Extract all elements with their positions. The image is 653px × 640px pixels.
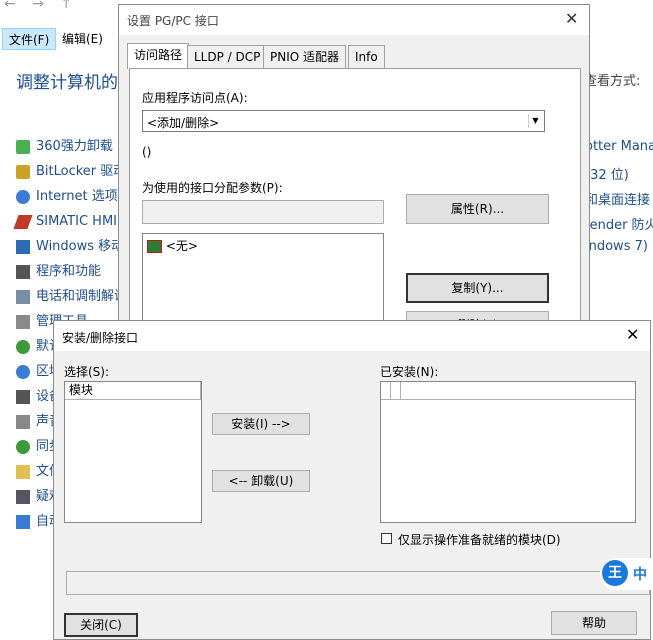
module-column-header[interactable]: 模块 [65, 382, 201, 400]
tab-panel: 应用程序访问点(A): <添加/删除> ▼ () 为使用的接口分配参数(P): … [129, 68, 581, 339]
cp-item-phone-modem[interactable]: 电话和调制解调 [16, 287, 127, 307]
pgpc-dialog: 设置 PG/PC 接口 ✕ 访问路径 LLDP / DCP PNIO 适配器 I… [118, 4, 590, 339]
column-header[interactable] [381, 382, 391, 400]
cp-right-item-remote-desktop[interactable]: 和桌面连接 [585, 189, 650, 208]
show-ready-only-label: 仅显示操作准备就绪的模块(D) [398, 533, 561, 547]
install-button[interactable]: 安装(I) --> [212, 413, 310, 435]
access-point-label: 应用程序访问点(A): [142, 91, 248, 105]
uninstall-button[interactable]: <-- 卸载(U) [212, 470, 310, 492]
tab-info[interactable]: Info [348, 45, 385, 69]
dialog-title: 安装/删除接口 [62, 331, 139, 345]
close-icon[interactable]: ✕ [565, 9, 578, 28]
cp-item-internet-options[interactable]: Internet 选项 [16, 187, 118, 207]
menu-edit[interactable]: 编辑(E) [56, 28, 109, 50]
install-dialog: 安装/删除接口 ✕ 选择(S): 模块 安装(I) --> <-- 卸载(U) … [53, 320, 651, 640]
cp-item-simatic-hmi[interactable]: SIMATIC HMI [13, 212, 117, 232]
tab-access-path[interactable]: 访问路径 [127, 43, 190, 69]
access-point-value: <添加/删除> [147, 116, 220, 130]
tab-lldp-dcp[interactable]: LLDP / DCP [187, 45, 268, 69]
column-header[interactable] [401, 382, 635, 400]
list-item[interactable]: <无> [147, 237, 198, 254]
cp-right-item-defender[interactable]: fender 防火 [585, 214, 653, 233]
device-icon [16, 390, 30, 404]
programs-icon [16, 265, 30, 279]
check-icon [16, 340, 30, 354]
close-button[interactable]: 关闭(C) [64, 613, 138, 637]
troubleshoot-icon [16, 490, 30, 504]
chevron-down-icon[interactable]: ▼ [528, 114, 542, 128]
cp-item-bitlocker[interactable]: BitLocker 驱动 [16, 162, 126, 182]
nav-arrows-icon[interactable]: ← → ↑ [4, 0, 78, 12]
ime-logo-icon: 王 [602, 560, 628, 586]
view-by-label: 查看方式: [584, 74, 641, 89]
tab-pnio-adapter[interactable]: PNIO 适配器 [263, 45, 347, 69]
column-header[interactable] [391, 382, 401, 400]
cp-item-programs[interactable]: 程序和功能 [16, 262, 101, 282]
network-card-icon [147, 240, 162, 253]
interface-param-label: 为使用的接口分配参数(P): [142, 181, 283, 195]
menu-file[interactable]: 文件(F) [2, 28, 57, 50]
pgpc-titlebar: 设置 PG/PC 接口 ✕ [119, 5, 589, 35]
copy-button[interactable]: 复制(Y)... [406, 273, 549, 303]
simatic-icon [13, 215, 33, 229]
mobility-icon [16, 240, 30, 254]
autoplay-icon [16, 515, 30, 529]
access-point-select[interactable]: <添加/删除> ▼ [142, 110, 545, 132]
speaker-icon [16, 415, 30, 429]
app-icon [16, 140, 30, 154]
interface-param-field[interactable] [142, 200, 384, 224]
help-button[interactable]: 帮助 [551, 611, 637, 635]
select-list[interactable]: 模块 [64, 381, 202, 523]
installed-label: 已安装(N): [380, 365, 439, 379]
dialog-title: 设置 PG/PC 接口 [127, 14, 219, 28]
access-point-desc: () [142, 145, 152, 159]
status-bar [66, 571, 650, 595]
sync-icon [16, 440, 30, 454]
key-icon [16, 165, 30, 179]
cp-item-360-uninstall[interactable]: 360强力卸载 (3 [16, 137, 130, 157]
cp-item-windows-mobility[interactable]: Windows 移动 [16, 237, 124, 257]
ime-mode[interactable]: 中 [633, 564, 647, 584]
close-icon[interactable]: ✕ [626, 325, 639, 344]
installed-list[interactable] [380, 381, 636, 523]
phone-icon [16, 290, 30, 304]
folder-icon [16, 465, 30, 479]
region-icon [16, 365, 30, 379]
show-ready-only-checkbox[interactable] [381, 533, 392, 544]
cp-right-item-plotter[interactable]: otter Manag [585, 139, 653, 154]
cp-right-item-32bit[interactable]: (32 位) [585, 164, 629, 183]
cp-right-item-windows7[interactable]: indows 7) [585, 239, 648, 254]
select-label: 选择(S): [64, 365, 110, 379]
ime-indicator[interactable]: 王 中 [600, 558, 653, 590]
install-titlebar: 安装/删除接口 ✕ [54, 321, 650, 351]
tools-icon [16, 315, 30, 329]
properties-button[interactable]: 属性(R)... [406, 194, 549, 224]
globe-icon [16, 190, 30, 204]
